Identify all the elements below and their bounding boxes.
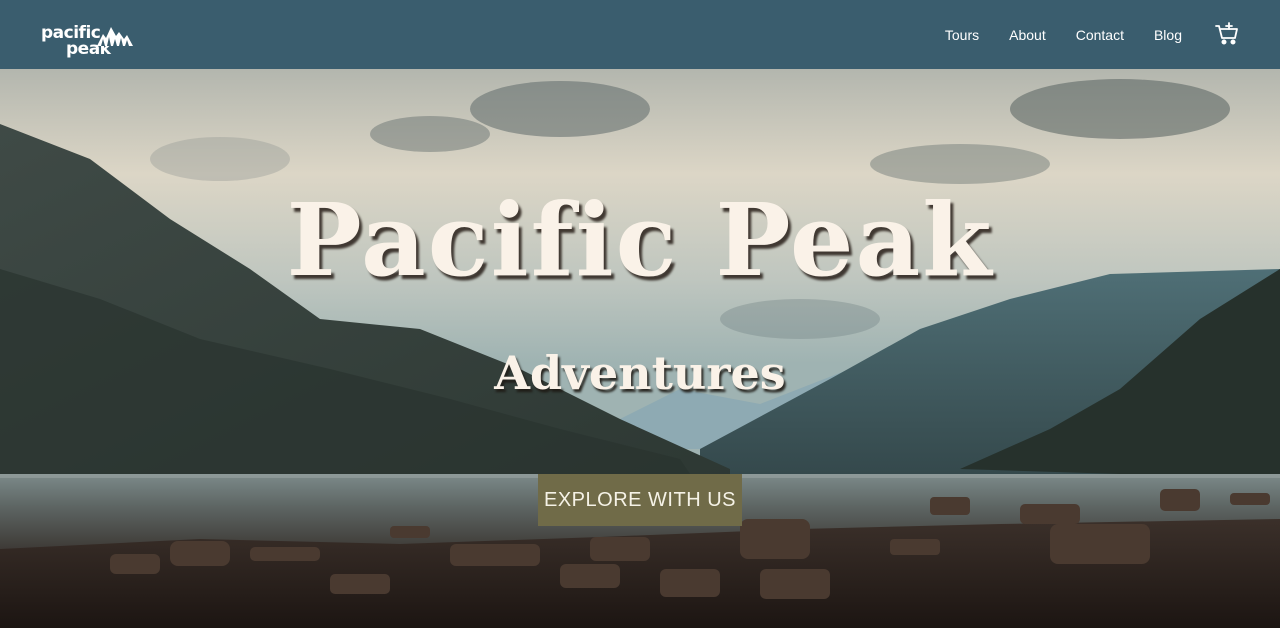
shopping-cart-icon[interactable] xyxy=(1214,21,1240,47)
top-navbar: pacific peak Tours About Contact Blog xyxy=(0,0,1280,69)
explore-with-us-button[interactable]: EXPLORE WITH US xyxy=(538,474,742,526)
nav-link-tours[interactable]: Tours xyxy=(945,27,979,43)
nav-link-about[interactable]: About xyxy=(1009,27,1046,43)
hero-banner: Pacific Peak Adventures EXPLORE WITH US xyxy=(0,69,1280,628)
nav-link-blog[interactable]: Blog xyxy=(1154,27,1182,43)
nav-link-contact[interactable]: Contact xyxy=(1076,27,1124,43)
hero-subtitle: Adventures xyxy=(494,346,786,400)
hero-title: Pacific Peak xyxy=(286,181,994,299)
mountain-trees-icon xyxy=(97,26,133,46)
site-logo[interactable]: pacific peak xyxy=(40,13,140,57)
main-nav: Tours About Contact Blog xyxy=(945,21,1240,47)
